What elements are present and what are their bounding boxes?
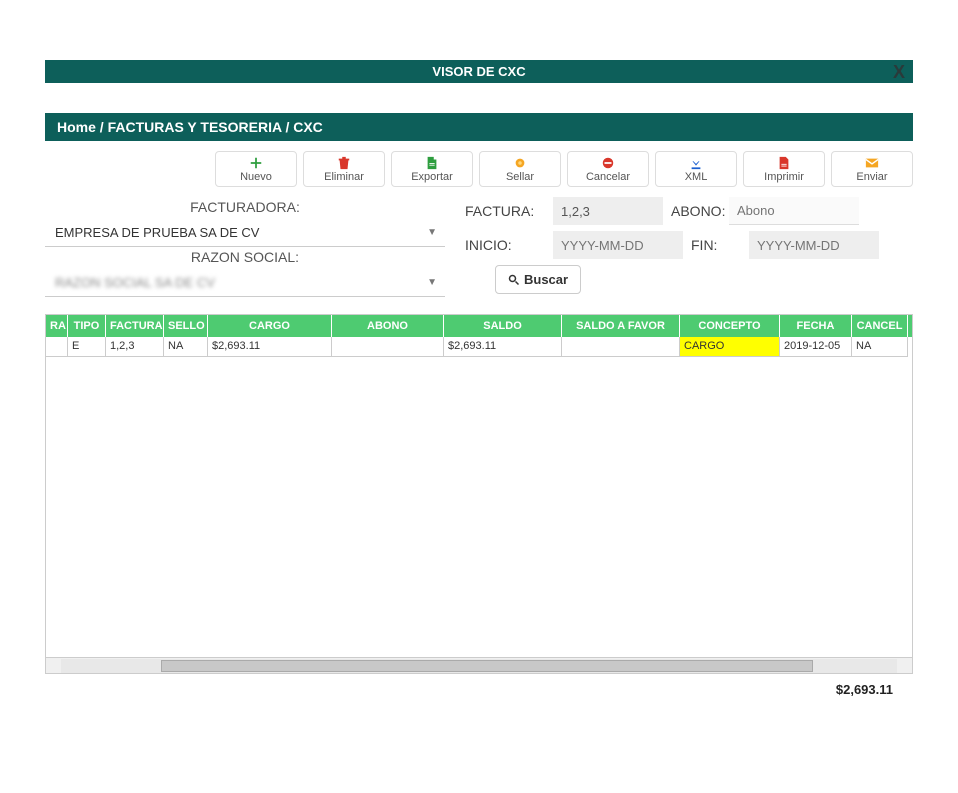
- col-fecha[interactable]: FECHA: [780, 315, 852, 337]
- inicio-input[interactable]: [553, 231, 683, 259]
- search-icon: [508, 274, 520, 286]
- scrollbar-thumb[interactable]: [161, 660, 813, 672]
- grid-header: RA TIPO FACTURA SELLO CARGO ABONO SALDO …: [46, 315, 912, 337]
- cell-fecha: 2019-12-05: [780, 337, 852, 357]
- factura-label: FACTURA:: [465, 203, 545, 219]
- cell-cargo: $2,693.11: [208, 337, 332, 357]
- plus-icon: [249, 156, 263, 170]
- col-favor[interactable]: SALDO A FAVOR: [562, 315, 680, 337]
- col-abono[interactable]: ABONO: [332, 315, 444, 337]
- eliminar-button[interactable]: Eliminar: [303, 151, 385, 187]
- cell-saldo: $2,693.11: [444, 337, 562, 357]
- sellar-label: Sellar: [506, 171, 534, 183]
- grid-total: $2,693.11: [45, 674, 913, 697]
- buscar-button[interactable]: Buscar: [495, 265, 581, 294]
- filters: FACTURADORA: EMPRESA DE PRUEBA SA DE CV …: [45, 193, 913, 306]
- toolbar: Nuevo Eliminar Exportar Sellar Cancelar …: [45, 141, 913, 193]
- exportar-label: Exportar: [411, 171, 453, 183]
- cell-ra: [46, 337, 68, 357]
- col-ra[interactable]: RA: [46, 315, 68, 337]
- inicio-label: INICIO:: [465, 237, 545, 253]
- facturadora-value: EMPRESA DE PRUEBA SA DE CV: [55, 225, 259, 240]
- breadcrumb: Home / FACTURAS Y TESORERIA / CXC: [45, 113, 913, 141]
- title-bar: VISOR DE CXC X: [45, 60, 913, 83]
- title-text: VISOR DE CXC: [432, 64, 525, 79]
- xml-label: XML: [685, 171, 708, 183]
- razon-value: RAZON SOCIAL SA DE CV: [55, 275, 215, 290]
- imprimir-label: Imprimir: [764, 171, 804, 183]
- cancelar-label: Cancelar: [586, 171, 630, 183]
- export-icon: [425, 156, 439, 170]
- col-sello[interactable]: SELLO: [164, 315, 208, 337]
- facturadora-label: FACTURADORA:: [45, 197, 445, 219]
- pdf-icon: [777, 156, 791, 170]
- abono-input[interactable]: [729, 197, 859, 225]
- cell-cancel: NA: [852, 337, 908, 357]
- table-row[interactable]: E 1,2,3 NA $2,693.11 $2,693.11 CARGO 201…: [46, 337, 912, 357]
- col-tipo[interactable]: TIPO: [68, 315, 106, 337]
- cell-favor: [562, 337, 680, 357]
- trash-icon: [337, 156, 351, 170]
- facturadora-dropdown[interactable]: EMPRESA DE PRUEBA SA DE CV ▼: [45, 219, 445, 247]
- fin-input[interactable]: [749, 231, 879, 259]
- grid-body: E 1,2,3 NA $2,693.11 $2,693.11 CARGO 201…: [46, 337, 912, 657]
- nuevo-label: Nuevo: [240, 171, 272, 183]
- nuevo-button[interactable]: Nuevo: [215, 151, 297, 187]
- abono-label: ABONO:: [671, 203, 721, 219]
- eliminar-label: Eliminar: [324, 171, 364, 183]
- fin-label: FIN:: [691, 237, 741, 253]
- buscar-label: Buscar: [524, 272, 568, 287]
- enviar-label: Enviar: [856, 171, 887, 183]
- col-concepto[interactable]: CONCEPTO: [680, 315, 780, 337]
- factura-input[interactable]: [553, 197, 663, 225]
- razon-dropdown[interactable]: RAZON SOCIAL SA DE CV ▼: [45, 269, 445, 297]
- enviar-button[interactable]: Enviar: [831, 151, 913, 187]
- chevron-down-icon: ▼: [427, 227, 437, 238]
- download-icon: [689, 156, 703, 170]
- horizontal-scrollbar[interactable]: [46, 657, 912, 673]
- data-grid: RA TIPO FACTURA SELLO CARGO ABONO SALDO …: [45, 314, 913, 674]
- razon-label: RAZON SOCIAL:: [45, 247, 445, 269]
- sellar-button[interactable]: Sellar: [479, 151, 561, 187]
- chevron-down-icon: ▼: [427, 277, 437, 288]
- envelope-icon: [865, 156, 879, 170]
- cancel-icon: [601, 156, 615, 170]
- col-saldo[interactable]: SALDO: [444, 315, 562, 337]
- close-icon[interactable]: X: [893, 62, 905, 83]
- xml-button[interactable]: XML: [655, 151, 737, 187]
- cell-tipo: E: [68, 337, 106, 357]
- exportar-button[interactable]: Exportar: [391, 151, 473, 187]
- col-cargo[interactable]: CARGO: [208, 315, 332, 337]
- imprimir-button[interactable]: Imprimir: [743, 151, 825, 187]
- cancelar-button[interactable]: Cancelar: [567, 151, 649, 187]
- col-factura[interactable]: FACTURA: [106, 315, 164, 337]
- stamp-icon: [513, 156, 527, 170]
- cell-sello: NA: [164, 337, 208, 357]
- col-cancel[interactable]: CANCEL: [852, 315, 908, 337]
- cell-factura: 1,2,3: [106, 337, 164, 357]
- cell-abono: [332, 337, 444, 357]
- cell-concepto: CARGO: [680, 337, 780, 357]
